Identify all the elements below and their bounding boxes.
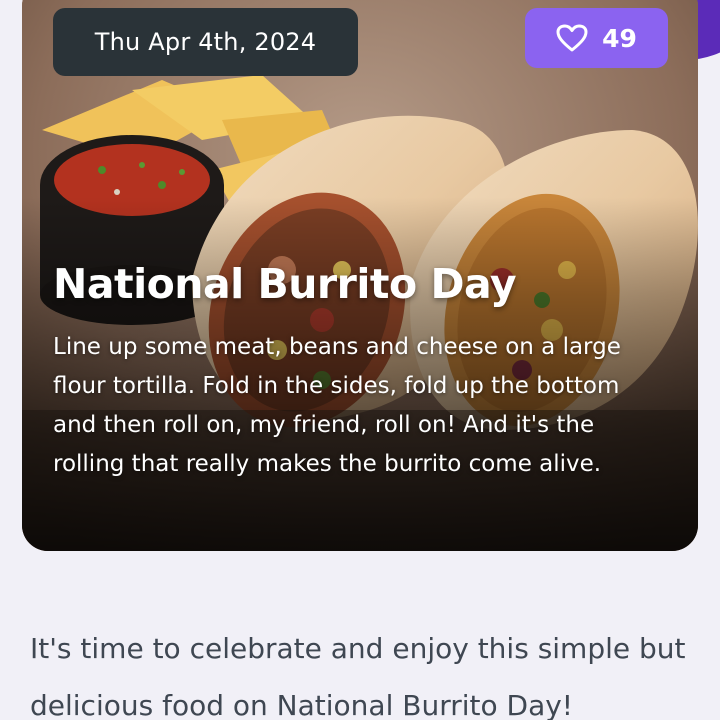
page: Thu Apr 4th, 2024 49 National Burrito Da… — [0, 0, 720, 720]
intro-paragraph: It's time to celebrate and enjoy this si… — [30, 632, 686, 720]
like-button[interactable]: 49 — [525, 8, 668, 68]
heart-outline-icon — [556, 24, 588, 52]
like-count: 49 — [602, 23, 637, 53]
event-date: Thu Apr 4th, 2024 — [94, 28, 317, 56]
event-description: Line up some meat, beans and cheese on a… — [53, 334, 621, 477]
event-card[interactable]: Thu Apr 4th, 2024 49 National Burrito Da… — [22, 0, 698, 551]
event-title: National Burrito Day — [53, 260, 517, 308]
date-chip: Thu Apr 4th, 2024 — [53, 8, 358, 76]
